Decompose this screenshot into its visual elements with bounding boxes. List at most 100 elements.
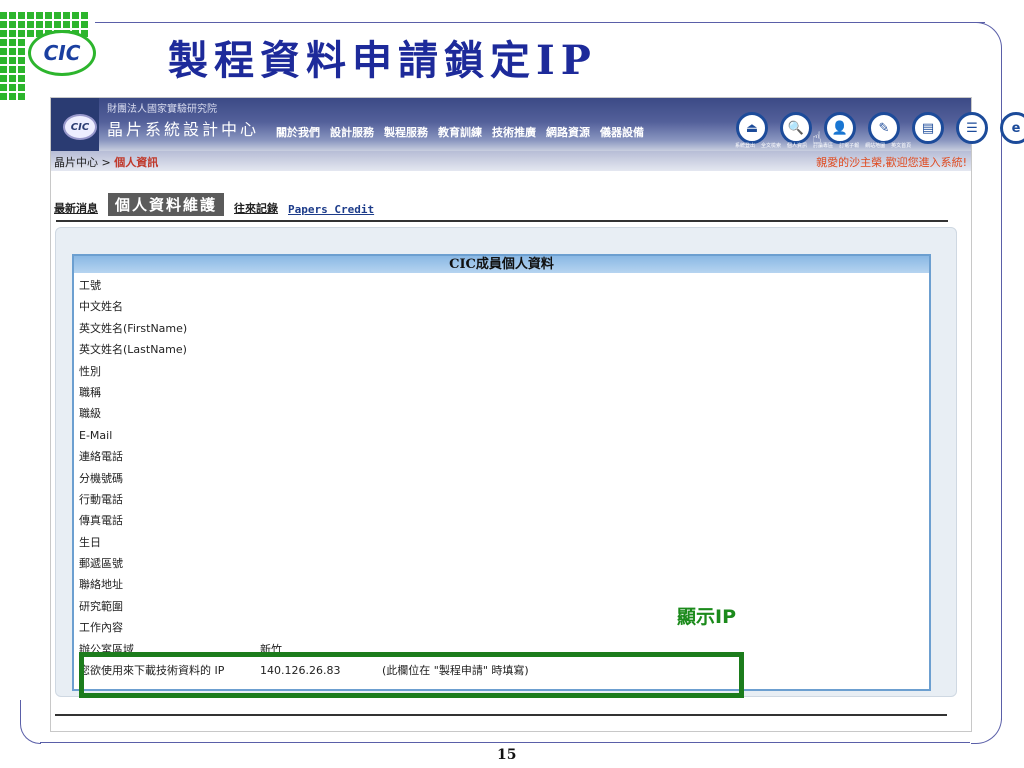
nav-training[interactable]: 教育訓練 [438, 124, 482, 140]
slide-logo: CIC [28, 30, 96, 76]
logo-pixel [18, 57, 25, 64]
slide-frame-bottom [40, 742, 970, 743]
site-logo-mark: CIC [63, 114, 97, 140]
english-icon[interactable]: e [1000, 112, 1024, 144]
logo-pixel [9, 12, 16, 19]
site-logo[interactable]: CIC [51, 98, 99, 151]
logo-pixel [63, 12, 70, 19]
breadcrumb-root[interactable]: 晶片中心 [54, 156, 98, 169]
member-profile-card: CIC成員個人資料 工號 中文姓名 英文姓名(FirstName) 英文姓名(L… [72, 254, 931, 691]
logo-pixel [18, 66, 25, 73]
slide-frame-right [1001, 80, 1002, 720]
field-label: 中文姓名 [79, 300, 123, 314]
field-label: 傳真電話 [79, 514, 123, 528]
ip-highlight-box [79, 652, 744, 698]
card-title: CIC成員個人資料 [74, 256, 929, 273]
logo-pixel [0, 84, 7, 91]
field-label: 分機號碼 [79, 471, 123, 485]
logo-pixel [0, 39, 7, 46]
nav-web-resources[interactable]: 網路資源 [546, 124, 590, 140]
page-number: 15 [497, 747, 517, 763]
logo-pixel [9, 30, 16, 37]
field-row: 職級 [74, 404, 929, 425]
field-label: 連絡電話 [79, 450, 123, 464]
main-nav: 關於我們 設計服務 製程服務 教育訓練 技術推廣 網路資源 儀器設備 [276, 124, 644, 140]
profile-fields: 工號 中文姓名 英文姓名(FirstName) 英文姓名(LastName) 性… [74, 273, 929, 682]
field-label: 聯絡地址 [79, 578, 123, 592]
logo-pixel [72, 21, 79, 28]
field-row: 工作內容 [74, 618, 929, 639]
nav-equipment[interactable]: 儀器設備 [600, 124, 644, 140]
field-label: 郵遞區號 [79, 557, 123, 571]
tab-news[interactable]: 最新消息 [54, 200, 98, 216]
logo-pixel [0, 57, 7, 64]
logo-pixel [9, 57, 16, 64]
welcome-message: 親愛的沙主榮,歡迎您進入系統! [816, 156, 967, 169]
slide-title: 製程資料申請鎖定IP [168, 37, 597, 84]
field-row: 分機號碼 [74, 469, 929, 490]
logo-pixel [18, 75, 25, 82]
logo-pixel [0, 12, 7, 19]
field-row: 中文姓名 [74, 297, 929, 318]
divider [55, 714, 947, 716]
discussion-icon[interactable]: ✎ [868, 112, 900, 144]
show-ip-annotation: 顯示IP [677, 606, 736, 628]
logo-pixel [9, 66, 16, 73]
field-row: 聯絡地址 [74, 575, 929, 596]
system-exit-icon[interactable]: ⏏ [736, 112, 768, 144]
logo-pixel [81, 12, 88, 19]
logo-pixel [45, 21, 52, 28]
field-label: 英文姓名(LastName) [79, 343, 187, 357]
icon-label: 英文首頁 [891, 143, 912, 149]
icon-label: 全文檢索 [761, 143, 782, 149]
logo-pixel [0, 30, 7, 37]
icon-label: 個人資訊 [787, 143, 808, 149]
logo-pixel [81, 21, 88, 28]
tab-bar: 最新消息 個人資料維護 往來記錄 Papers Credit [54, 193, 374, 216]
field-row: 職稱 [74, 383, 929, 404]
nav-tech-promotion[interactable]: 技術推廣 [492, 124, 536, 140]
nav-design-service[interactable]: 設計服務 [330, 124, 374, 140]
breadcrumb-separator: > [98, 156, 115, 169]
search-icon[interactable]: 🔍 [780, 112, 812, 144]
person-icon[interactable]: 👤 [824, 112, 856, 144]
tab-papers-credit[interactable]: Papers Credit [288, 203, 374, 216]
toolbar-icon-labels: 系統登出 全文檢索 個人資訊 討論專區 訂電子報 網站地圖 英文首頁 [735, 142, 911, 149]
logo-pixel [18, 93, 25, 100]
nav-about[interactable]: 關於我們 [276, 124, 320, 140]
newsletter-icon[interactable]: ▤ [912, 112, 944, 144]
field-label: 生日 [79, 535, 101, 549]
icon-label: 網站地圖 [865, 143, 886, 149]
divider [56, 220, 948, 222]
field-row: E-Mail [74, 426, 929, 447]
slide-frame-corner [973, 22, 1002, 83]
tab-profile[interactable]: 個人資料維護 [108, 193, 225, 216]
field-row: 行動電話 [74, 490, 929, 511]
logo-pixel [54, 12, 61, 19]
breadcrumb: 晶片中心 > 個人資訊 [54, 154, 158, 170]
nav-process-service[interactable]: 製程服務 [384, 124, 428, 140]
logo-pixel [9, 75, 16, 82]
logo-pixel [54, 21, 61, 28]
field-row: 生日 [74, 533, 929, 554]
logo-pixel [18, 12, 25, 19]
sitemap-icon[interactable]: ☰ [956, 112, 988, 144]
logo-pixel [0, 48, 7, 55]
field-row: 傳真電話 [74, 511, 929, 532]
site-banner: CIC 財團法人國家實驗研究院 晶片系統設計中心 關於我們 設計服務 製程服務 … [51, 98, 1024, 151]
logo-pixel [9, 93, 16, 100]
logo-pixel [18, 48, 25, 55]
slide-frame-bottom-right [971, 700, 1002, 744]
logo-pixel [18, 39, 25, 46]
center-name: 晶片系統設計中心 [107, 120, 260, 139]
logo-pixel [63, 21, 70, 28]
logo-pixel [0, 66, 7, 73]
field-label: 職稱 [79, 385, 101, 399]
tab-records[interactable]: 往來記錄 [234, 200, 278, 216]
logo-pixel [9, 21, 16, 28]
field-row: 連絡電話 [74, 447, 929, 468]
field-label: 職級 [79, 407, 101, 421]
breadcrumb-current: 個人資訊 [114, 156, 159, 169]
field-label: 行動電話 [79, 492, 123, 506]
logo-pixel [0, 75, 7, 82]
